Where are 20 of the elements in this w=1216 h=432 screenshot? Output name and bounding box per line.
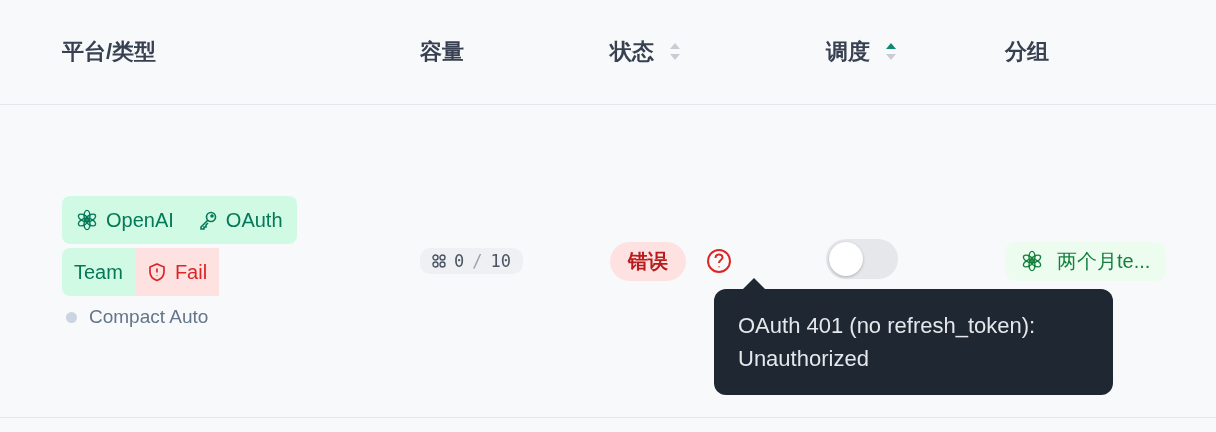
column-header: 状态	[610, 38, 654, 66]
column-header: 分组	[1005, 38, 1049, 66]
error-tooltip-text: OAuth 401 (no refresh_token): Unauthorized	[738, 312, 1037, 373]
column-header: 容量	[420, 38, 464, 66]
key-icon	[197, 210, 218, 230]
help-icon[interactable]	[706, 248, 732, 274]
column-header: 平台/类型	[62, 38, 157, 66]
grid-icon	[432, 254, 446, 268]
plan-tag: Team	[62, 248, 135, 296]
schedule-toggle[interactable]	[826, 239, 898, 279]
platform-label: OpenAI	[106, 208, 174, 232]
shield-alert-icon	[146, 262, 167, 282]
status-badge: 错误	[610, 241, 686, 281]
capacity-pill: 0 / 10	[420, 248, 523, 274]
status-dot	[66, 311, 77, 323]
plan-status-tag: Fail	[134, 248, 220, 296]
column-header: 调度	[826, 38, 870, 66]
group-tag: 两个月te...	[1005, 241, 1167, 281]
mode-label: Compact Auto	[89, 306, 209, 328]
auth-label: OAuth	[225, 208, 283, 232]
